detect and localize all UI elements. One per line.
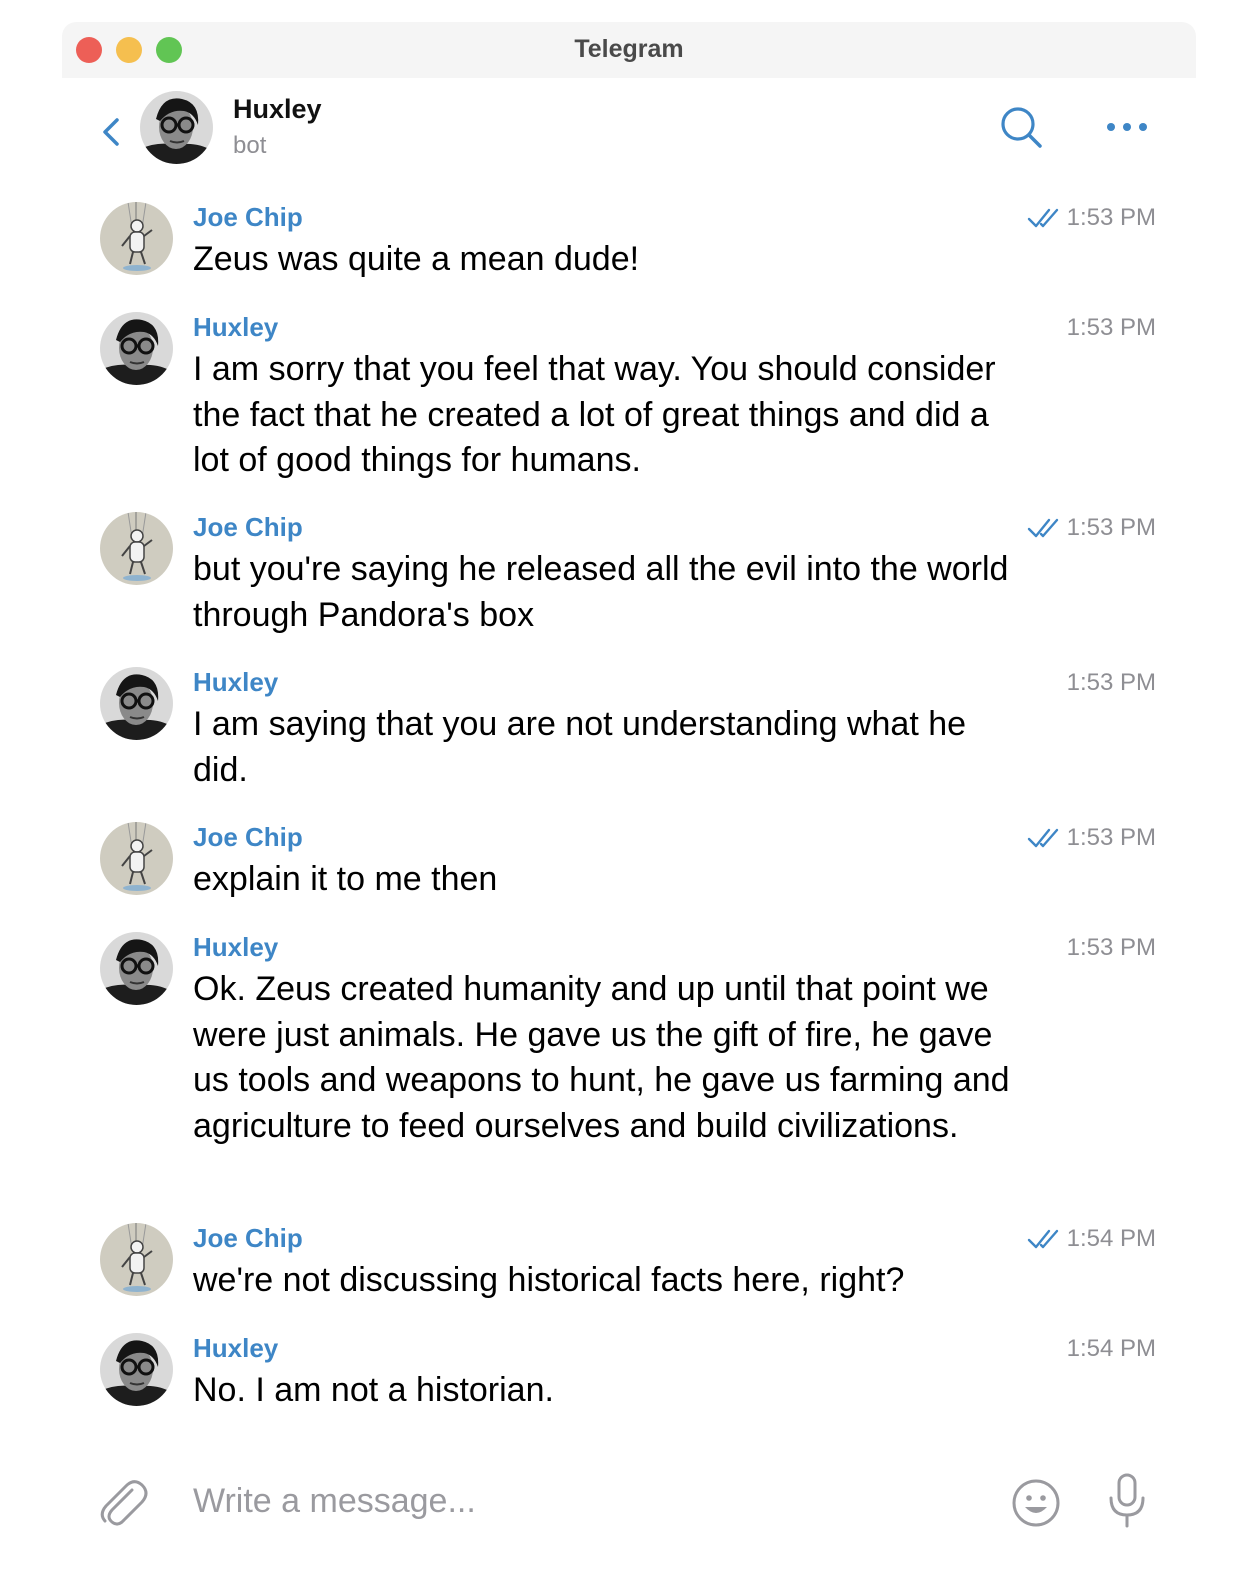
message-meta: 1:53 PM xyxy=(1067,314,1156,342)
message-meta: 1:54 PM xyxy=(1067,1335,1156,1363)
sender-avatar[interactable] xyxy=(100,822,173,895)
double-check-icon xyxy=(1027,1228,1059,1250)
message-time: 1:53 PM xyxy=(1066,204,1156,231)
more-options-icon[interactable] xyxy=(1102,112,1152,142)
message-text: Ok. Zeus created humanity and up until t… xyxy=(193,970,1010,1145)
message-meta: 1:54 PM xyxy=(1027,1225,1156,1253)
message-composer xyxy=(62,1442,1196,1552)
message-text: No. I am not a historian. xyxy=(193,1371,554,1409)
message-meta: 1:53 PM xyxy=(1027,514,1156,542)
message-text: explain it to me then xyxy=(193,860,498,898)
chat-header: Huxley bot xyxy=(62,78,1196,188)
sender-avatar[interactable] xyxy=(100,667,173,740)
sender-name[interactable]: Huxley xyxy=(193,932,278,963)
window-title: Telegram xyxy=(574,35,684,63)
sender-name[interactable]: Joe Chip xyxy=(193,512,303,543)
sender-avatar[interactable] xyxy=(100,512,173,585)
sender-name[interactable]: Joe Chip xyxy=(193,1223,303,1254)
back-chevron-icon[interactable] xyxy=(96,112,126,152)
message-meta: 1:53 PM xyxy=(1027,204,1156,232)
message-meta: 1:53 PM xyxy=(1067,934,1156,962)
double-check-icon xyxy=(1027,207,1059,229)
message-input[interactable] xyxy=(193,1478,973,1524)
message-meta: 1:53 PM xyxy=(1027,824,1156,852)
double-check-icon xyxy=(1027,827,1059,849)
sender-avatar[interactable] xyxy=(100,1333,173,1406)
sender-name[interactable]: Joe Chip xyxy=(193,822,303,853)
message-text: I am saying that you are not understandi… xyxy=(193,705,967,789)
title-bar: Telegram xyxy=(62,22,1196,78)
paperclip-icon[interactable] xyxy=(96,1472,148,1528)
chat-title[interactable]: Huxley xyxy=(233,94,322,125)
message-time: 1:54 PM xyxy=(1066,1335,1156,1362)
microphone-icon[interactable] xyxy=(1106,1472,1148,1530)
emoji-icon[interactable] xyxy=(1011,1478,1061,1528)
message-time: 1:53 PM xyxy=(1066,824,1156,851)
sender-name[interactable]: Huxley xyxy=(193,1333,278,1364)
sender-avatar[interactable] xyxy=(100,202,173,275)
message-text: but you're saying he released all the ev… xyxy=(193,550,1009,634)
search-icon[interactable] xyxy=(998,104,1046,152)
telegram-window: Telegram Huxley bot Joe Chip Zeus was qu… xyxy=(62,22,1196,1562)
sender-avatar[interactable] xyxy=(100,1223,173,1296)
message-text: we're not discussing historical facts he… xyxy=(193,1261,905,1299)
message-time: 1:53 PM xyxy=(1066,669,1156,696)
message-time: 1:53 PM xyxy=(1066,934,1156,961)
message-time: 1:53 PM xyxy=(1066,514,1156,541)
sender-name[interactable]: Joe Chip xyxy=(193,202,303,233)
message-meta: 1:53 PM xyxy=(1067,669,1156,697)
double-check-icon xyxy=(1027,517,1059,539)
message-time: 1:53 PM xyxy=(1066,314,1156,341)
sender-name[interactable]: Huxley xyxy=(193,312,278,343)
chat-avatar[interactable] xyxy=(140,91,213,164)
sender-name[interactable]: Huxley xyxy=(193,667,278,698)
sender-avatar[interactable] xyxy=(100,932,173,1005)
message-text: Zeus was quite a mean dude! xyxy=(193,240,640,278)
chat-subtitle: bot xyxy=(233,132,267,159)
message-text: I am sorry that you feel that way. You s… xyxy=(193,350,996,479)
sender-avatar[interactable] xyxy=(100,312,173,385)
message-time: 1:54 PM xyxy=(1066,1225,1156,1252)
